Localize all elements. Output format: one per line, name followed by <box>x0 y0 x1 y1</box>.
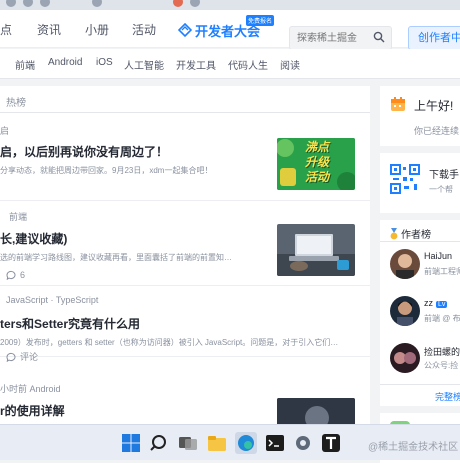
search-box <box>289 26 392 50</box>
avatar[interactable] <box>390 343 420 373</box>
author-item[interactable]: HaiJun 前端工程师 <box>390 249 460 279</box>
nav-item[interactable]: 点 <box>0 21 12 38</box>
full-ranking-link[interactable]: 完整榜 <box>435 390 460 403</box>
file-explorer-icon[interactable] <box>206 432 228 454</box>
article-thumbnail[interactable]: 沸点 升级 活动 <box>277 138 355 190</box>
category-ios[interactable]: iOS <box>96 57 113 68</box>
category-bar: 前端 Android iOS 人工智能 开发工具 代码人生 阅读 <box>0 49 460 79</box>
author-description: 前端 @ 布 <box>424 314 460 323</box>
article-title[interactable]: 启，以后别再说你没有周边了！ <box>0 143 168 160</box>
task-view-icon[interactable] <box>177 432 199 454</box>
download-app-subtitle: 一个帮 <box>429 185 453 194</box>
category-frontend[interactable]: 前端 <box>15 57 35 72</box>
greeting-subtext: 你已经连续 <box>414 126 460 136</box>
typora-icon[interactable] <box>320 432 342 454</box>
level-badge: Lv <box>436 301 448 308</box>
comment-link[interactable]: 评论 <box>6 350 38 363</box>
author-name[interactable]: HaiJun <box>424 251 452 261</box>
tab-icon <box>6 0 16 7</box>
author-name[interactable]: zz Lv <box>424 298 448 308</box>
category-android[interactable]: Android <box>48 57 82 68</box>
terminal-icon[interactable] <box>264 432 286 454</box>
developer-conference-logo[interactable]: 开发者大会 免费报名 <box>178 15 275 40</box>
tab-icon <box>92 0 102 7</box>
author-ranking-header: 作者榜 <box>390 226 431 241</box>
article-title[interactable]: ters和Setter究竟有什么用 <box>0 315 140 332</box>
article-tags[interactable]: JavaScript · TypeScript <box>6 295 98 305</box>
comment-label: 评论 <box>20 352 39 362</box>
avatar[interactable] <box>390 296 420 326</box>
author-description: 前端工程师 <box>424 267 460 276</box>
author-name[interactable]: 捡田螺的 <box>424 345 460 358</box>
article-item[interactable]: 启 启，以后别再说你没有周边了！ 分享动态，就能把周边带回家。9月23日，xdm… <box>0 114 370 201</box>
download-app-title: 下载手 <box>429 170 459 181</box>
comment-count-value: 6 <box>20 270 26 280</box>
laptop-photo <box>277 224 355 276</box>
calendar-icon <box>391 97 405 111</box>
free-signup-badge: 免费报名 <box>246 15 275 26</box>
comment-icon <box>6 270 16 280</box>
search-icon[interactable] <box>373 31 385 43</box>
article-item[interactable]: JavaScript · TypeScript ters和Setter究竟有什么… <box>0 287 370 362</box>
tab-icon <box>190 0 200 7</box>
tab-icon <box>173 0 183 7</box>
search-input[interactable] <box>290 27 368 49</box>
article-abstract: 2009）发布时，getters 和 setter（也称为访问器）被引入 Jav… <box>0 338 339 347</box>
article-abstract: 选的前端学习路线图，建议收藏再看，里面囊括了前端的前置知… <box>0 253 232 262</box>
article-feed: 热榜 启 启，以后别再说你没有周边了！ 分享动态，就能把周边带回家。9月23日，… <box>0 86 370 460</box>
feed-tab-hot[interactable]: 热榜 <box>0 86 370 113</box>
greeting-card: 上午好! 你已经连续 <box>380 86 460 146</box>
article-item[interactable]: 前端 长,建议收藏) 选的前端学习路线图，建议收藏再看，里面囊括了前端的前置知…… <box>0 202 370 286</box>
comment-count[interactable]: 6 <box>6 270 25 280</box>
article-meta: 小时前 Android <box>0 384 61 394</box>
category-ai[interactable]: 人工智能 <box>124 57 164 72</box>
conference-logo-icon <box>178 23 192 37</box>
browser-chrome <box>0 0 460 10</box>
creator-center-button[interactable]: 创作者中心 <box>408 26 460 50</box>
author-item[interactable]: zz Lv 前端 @ 布 <box>390 296 460 326</box>
edge-browser-icon[interactable] <box>235 432 257 454</box>
medal-icon <box>390 227 398 239</box>
tab-icon <box>40 0 50 7</box>
comment-icon <box>6 352 16 362</box>
article-title[interactable]: r的使用详解 <box>0 402 65 419</box>
banner-text: 沸点 升级 活动 <box>305 140 330 184</box>
qr-code-icon <box>390 164 420 194</box>
author-ranking-card: 作者榜 HaiJun 前端工程师 zz Lv 前端 @ 布 捡田螺的 公众号:捡 … <box>380 220 460 406</box>
article-tag[interactable]: 前端 <box>9 210 27 223</box>
nav-item-news[interactable]: 资讯 <box>37 21 61 38</box>
settings-gear-icon[interactable] <box>292 432 314 454</box>
greeting-text: 上午好! <box>414 99 454 113</box>
author-ranking-title: 作者榜 <box>401 230 431 241</box>
nav-item-booklet[interactable]: 小册 <box>85 21 109 38</box>
article-abstract: 分享动态，就能把周边带回家。9月23日，xdm一起集合吧！ <box>0 166 213 175</box>
article-thumbnail[interactable] <box>277 224 355 276</box>
windows-start-icon[interactable] <box>120 432 142 454</box>
category-code-life[interactable]: 代码人生 <box>228 57 268 72</box>
search-icon[interactable] <box>149 432 171 454</box>
avatar[interactable] <box>390 249 420 279</box>
nav-item-events[interactable]: 活动 <box>132 21 156 38</box>
category-dev-tools[interactable]: 开发工具 <box>176 57 216 72</box>
category-reading[interactable]: 阅读 <box>280 57 300 72</box>
top-navigation: 点 资讯 小册 活动 开发者大会 免费报名 创作者中心 <box>0 10 460 50</box>
article-meta: 启 <box>0 126 10 136</box>
watermark: @稀土掘金技术社区 <box>368 442 459 453</box>
author-description: 公众号:捡 <box>424 361 459 370</box>
article-title[interactable]: 长,建议收藏) <box>0 230 67 247</box>
app-download-card[interactable]: 下载手 一个帮 <box>380 153 460 213</box>
tab-icon <box>23 0 33 7</box>
author-item[interactable]: 捡田螺的 公众号:捡 <box>390 343 460 373</box>
